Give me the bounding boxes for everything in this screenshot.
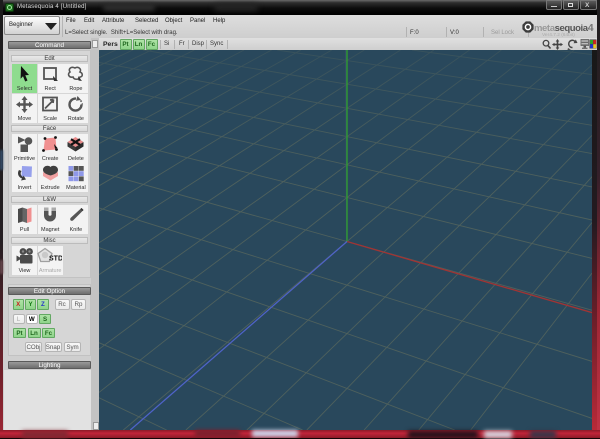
svg-text:STD: STD xyxy=(49,256,62,263)
